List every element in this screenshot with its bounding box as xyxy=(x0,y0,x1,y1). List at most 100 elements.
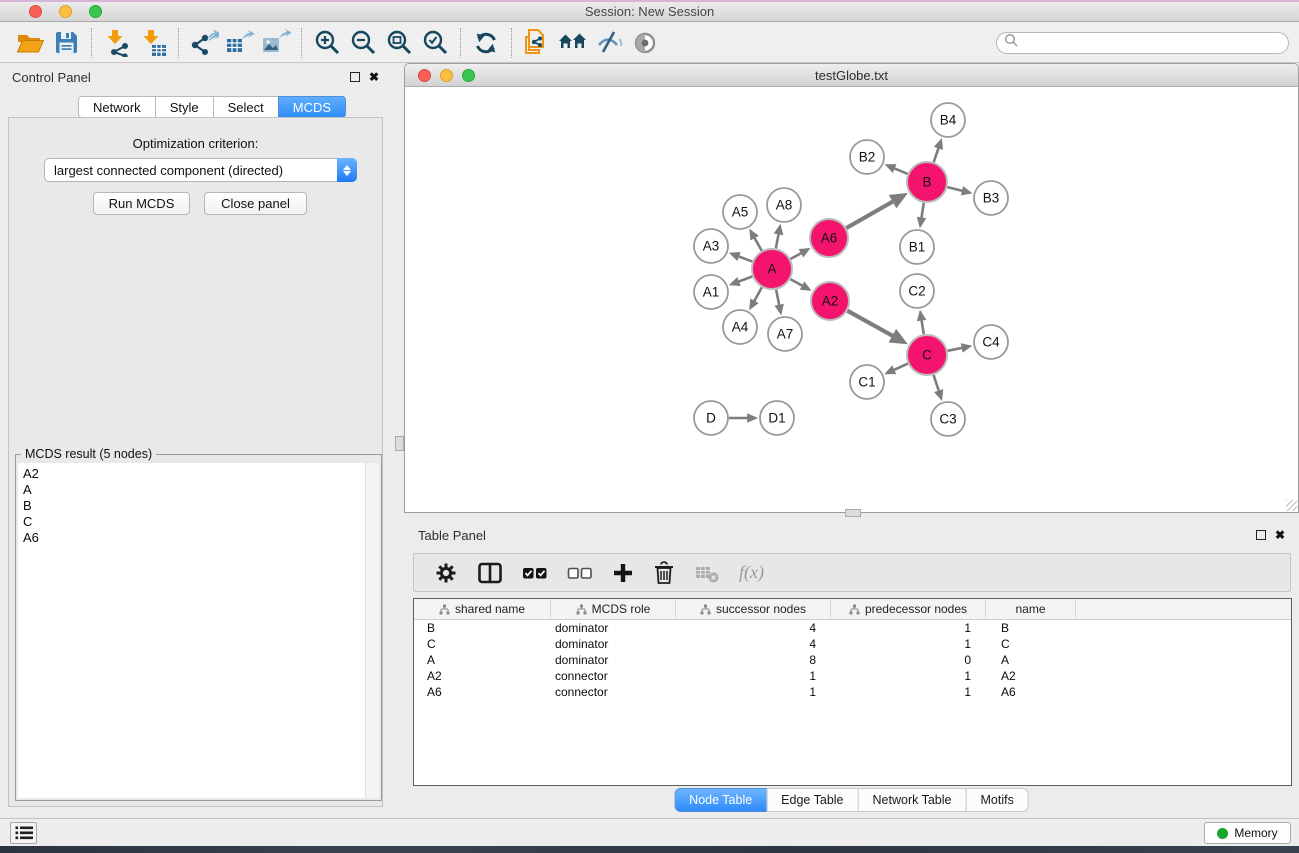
edge-A2-C[interactable] xyxy=(847,311,892,336)
run-mcds-button[interactable]: Run MCDS xyxy=(93,192,190,215)
node-B4[interactable]: B4 xyxy=(931,103,965,137)
add-row-icon[interactable] xyxy=(612,562,634,584)
table-row[interactable]: Bdominator41B xyxy=(414,620,1291,636)
column-header-successor-nodes[interactable]: successor nodes xyxy=(676,599,831,619)
edge-C-C4[interactable] xyxy=(948,348,962,351)
node-A1[interactable]: A1 xyxy=(694,275,728,309)
hide-graphics-details-icon[interactable] xyxy=(591,27,627,59)
zoom-window-button[interactable] xyxy=(89,5,102,18)
export-table-icon[interactable] xyxy=(222,27,258,59)
node-C2[interactable]: C2 xyxy=(900,274,934,308)
table-row[interactable]: Cdominator41C xyxy=(414,636,1291,652)
close-network-window-button[interactable] xyxy=(418,69,431,82)
table-row[interactable]: Adominator80A xyxy=(414,652,1291,668)
edge-C-C3[interactable] xyxy=(934,375,939,391)
table-row[interactable]: A2connector11A2 xyxy=(414,668,1291,684)
network-graph[interactable]: AA6A2BCA5A8A3A1A4A7B2B4B3B1C2C4C1C3DD1 xyxy=(405,87,1298,512)
edge-A-A4[interactable] xyxy=(754,287,761,301)
node-A6[interactable]: A6 xyxy=(810,219,848,257)
open-session-icon[interactable] xyxy=(12,27,48,59)
delete-row-icon[interactable] xyxy=(653,561,675,585)
export-network-icon[interactable] xyxy=(186,27,222,59)
export-image-icon[interactable] xyxy=(258,27,294,59)
tab-network[interactable]: Network xyxy=(78,96,156,118)
node-A8[interactable]: A8 xyxy=(767,188,801,222)
window-resize-grip[interactable] xyxy=(1286,500,1297,511)
edge-A-A6[interactable] xyxy=(790,253,801,259)
vertical-splitter-handle[interactable] xyxy=(395,436,404,451)
float-table-panel-icon[interactable] xyxy=(1256,530,1266,540)
close-panel-icon[interactable]: ✖ xyxy=(369,72,379,82)
refresh-view-icon[interactable] xyxy=(468,27,504,59)
mcds-result-item[interactable]: B xyxy=(23,498,379,514)
select-all-icon[interactable] xyxy=(522,564,548,582)
home-view-icon[interactable] xyxy=(555,27,591,59)
column-header-predecessor-nodes[interactable]: predecessor nodes xyxy=(831,599,986,619)
column-visibility-icon[interactable] xyxy=(477,561,503,585)
node-A3[interactable]: A3 xyxy=(694,229,728,263)
edge-A-A8[interactable] xyxy=(776,234,779,248)
result-scrollbar[interactable] xyxy=(365,463,379,798)
mcds-result-item[interactable]: A xyxy=(23,482,379,498)
close-panel-button[interactable]: Close panel xyxy=(204,192,307,215)
save-session-icon[interactable] xyxy=(48,27,84,59)
node-A4[interactable]: A4 xyxy=(723,310,757,344)
edge-C-C2[interactable] xyxy=(922,320,924,334)
tab-edge-table[interactable]: Edge Table xyxy=(766,788,858,812)
node-A5[interactable]: A5 xyxy=(723,195,757,229)
minimize-window-button[interactable] xyxy=(59,5,72,18)
search-field[interactable] xyxy=(996,32,1289,54)
node-A7[interactable]: A7 xyxy=(768,317,802,351)
column-header-name[interactable]: name xyxy=(986,599,1076,619)
float-panel-icon[interactable] xyxy=(350,72,360,82)
mcds-result-item[interactable]: A6 xyxy=(23,530,379,546)
minimize-network-window-button[interactable] xyxy=(440,69,453,82)
zoom-fit-icon[interactable] xyxy=(381,27,417,59)
tab-node-table[interactable]: Node Table xyxy=(674,788,767,812)
edge-B-B4[interactable] xyxy=(934,148,939,162)
edge-B-B1[interactable] xyxy=(922,203,924,218)
memory-button[interactable]: Memory xyxy=(1204,822,1291,844)
duplicate-network-icon[interactable] xyxy=(519,27,555,59)
edge-B-B3[interactable] xyxy=(947,187,962,191)
delete-table-icon[interactable] xyxy=(694,561,720,585)
edge-A-A7[interactable] xyxy=(776,290,779,305)
zoom-network-window-button[interactable] xyxy=(462,69,475,82)
apply-function-icon[interactable]: f(x) xyxy=(739,562,764,583)
table-row[interactable]: A6connector11A6 xyxy=(414,684,1291,700)
show-graphics-details-icon[interactable] xyxy=(627,27,663,59)
task-history-button[interactable] xyxy=(10,822,37,844)
column-header-shared-name[interactable]: shared name xyxy=(414,599,551,619)
node-C1[interactable]: C1 xyxy=(850,365,884,399)
deselect-all-icon[interactable] xyxy=(567,564,593,582)
close-window-button[interactable] xyxy=(29,5,42,18)
node-C[interactable]: C xyxy=(907,335,947,375)
zoom-selected-icon[interactable] xyxy=(417,27,453,59)
node-B2[interactable]: B2 xyxy=(850,140,884,174)
table-settings-icon[interactable] xyxy=(434,561,458,585)
node-C3[interactable]: C3 xyxy=(931,402,965,436)
tab-style[interactable]: Style xyxy=(155,96,214,118)
horizontal-splitter-handle[interactable] xyxy=(845,509,861,517)
mcds-result-item[interactable]: C xyxy=(23,514,379,530)
search-input[interactable] xyxy=(1019,34,1288,52)
node-D[interactable]: D xyxy=(694,401,728,435)
node-C4[interactable]: C4 xyxy=(974,325,1008,359)
mcds-result-item[interactable]: A2 xyxy=(23,466,379,482)
network-window-titlebar[interactable]: testGlobe.txt xyxy=(405,64,1298,87)
node-B1[interactable]: B1 xyxy=(900,230,934,264)
edge-A-A3[interactable] xyxy=(739,257,752,262)
node-D1[interactable]: D1 xyxy=(760,401,794,435)
node-B3[interactable]: B3 xyxy=(974,181,1008,215)
criterion-dropdown[interactable]: largest connected component (directed) xyxy=(44,158,357,182)
tab-mcds[interactable]: MCDS xyxy=(278,96,346,118)
edge-B-B2[interactable] xyxy=(894,168,907,173)
zoom-out-icon[interactable] xyxy=(345,27,381,59)
edge-A-A5[interactable] xyxy=(755,238,762,251)
tab-network-table[interactable]: Network Table xyxy=(858,788,967,812)
column-header-mcds-role[interactable]: MCDS role xyxy=(551,599,676,619)
import-table-icon[interactable] xyxy=(135,27,171,59)
tab-select[interactable]: Select xyxy=(213,96,279,118)
node-A[interactable]: A xyxy=(752,249,792,289)
node-A2[interactable]: A2 xyxy=(811,282,849,320)
